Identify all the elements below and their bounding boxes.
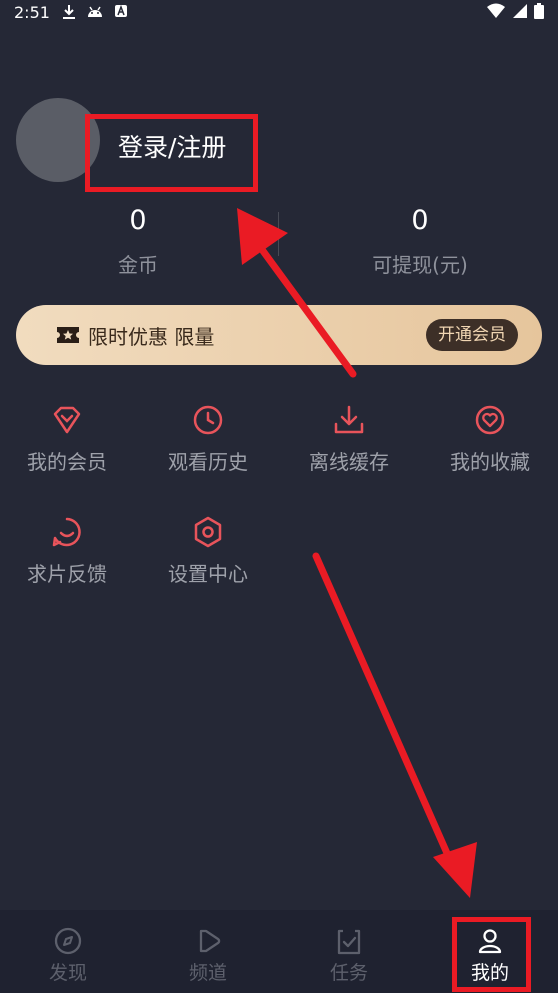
wifi-icon — [487, 3, 505, 18]
clock-icon — [193, 405, 223, 435]
menu-item-my-favorites[interactable]: 我的收藏 — [430, 402, 550, 475]
battery-icon — [534, 3, 544, 19]
menu-item-watch-history[interactable]: 观看历史 — [148, 402, 268, 475]
withdrawable-value: 0 — [411, 205, 429, 236]
download-tray-icon — [334, 405, 364, 434]
status-time: 2:51 — [14, 3, 50, 22]
menu-label-settings: 设置中心 — [168, 562, 248, 586]
menu-item-request-feedback[interactable]: 求片反馈 — [7, 514, 127, 587]
menu-label-watch-history: 观看历史 — [168, 450, 248, 474]
tab-channel[interactable]: 频道 — [138, 910, 278, 993]
smile-bubble-icon — [52, 517, 81, 547]
android-icon — [88, 6, 102, 17]
tab-label-channel: 频道 — [188, 962, 227, 984]
checklist-icon — [337, 929, 361, 955]
menu-item-offline-cache[interactable]: 离线缓存 — [289, 402, 409, 475]
cellular-icon — [513, 4, 527, 18]
menu-label-request-feedback: 求片反馈 — [27, 562, 107, 586]
ticket-star-icon — [57, 327, 79, 343]
menu-label-my-vip: 我的会员 — [27, 450, 107, 474]
play-icon — [199, 929, 221, 953]
annotation-arrowhead-mine — [433, 842, 477, 898]
menu-label-my-favorites: 我的收藏 — [450, 450, 530, 474]
coins-label: 金币 — [118, 253, 158, 277]
vip-promo-text: 限时优惠 限量 — [88, 325, 215, 349]
tab-discover[interactable]: 发现 — [0, 910, 138, 993]
status-bar: 2:51 — [0, 0, 558, 26]
annotation-arrow-to-mine — [312, 552, 454, 864]
vip-promo-banner[interactable]: 限时优惠 限量 开通会员 — [16, 305, 542, 365]
tab-label-discover: 发现 — [48, 962, 87, 984]
compass-icon — [54, 927, 82, 955]
open-vip-button[interactable]: 开通会员 — [426, 319, 518, 351]
hexagon-gear-icon — [194, 516, 222, 548]
coins-value: 0 — [129, 205, 147, 236]
tab-tasks[interactable]: 任务 — [279, 910, 419, 993]
coins-stat[interactable]: 0 金币 — [38, 205, 238, 278]
annotation-box-login — [85, 114, 258, 192]
withdrawable-label: 可提现(元) — [372, 253, 468, 277]
menu-item-my-vip[interactable]: 我的会员 — [7, 402, 127, 475]
withdrawable-stat[interactable]: 0 可提现(元) — [320, 205, 520, 278]
diamond-icon — [53, 406, 81, 434]
download-icon — [63, 5, 75, 19]
a-badge-icon — [115, 4, 127, 17]
stats-divider — [278, 212, 279, 256]
menu-item-settings[interactable]: 设置中心 — [148, 514, 268, 587]
annotation-arrowhead-login — [237, 208, 288, 265]
heart-circle-icon — [475, 405, 505, 435]
annotation-box-mine-tab — [452, 917, 531, 992]
menu-label-offline-cache: 离线缓存 — [309, 450, 389, 474]
tab-label-tasks: 任务 — [329, 962, 368, 984]
